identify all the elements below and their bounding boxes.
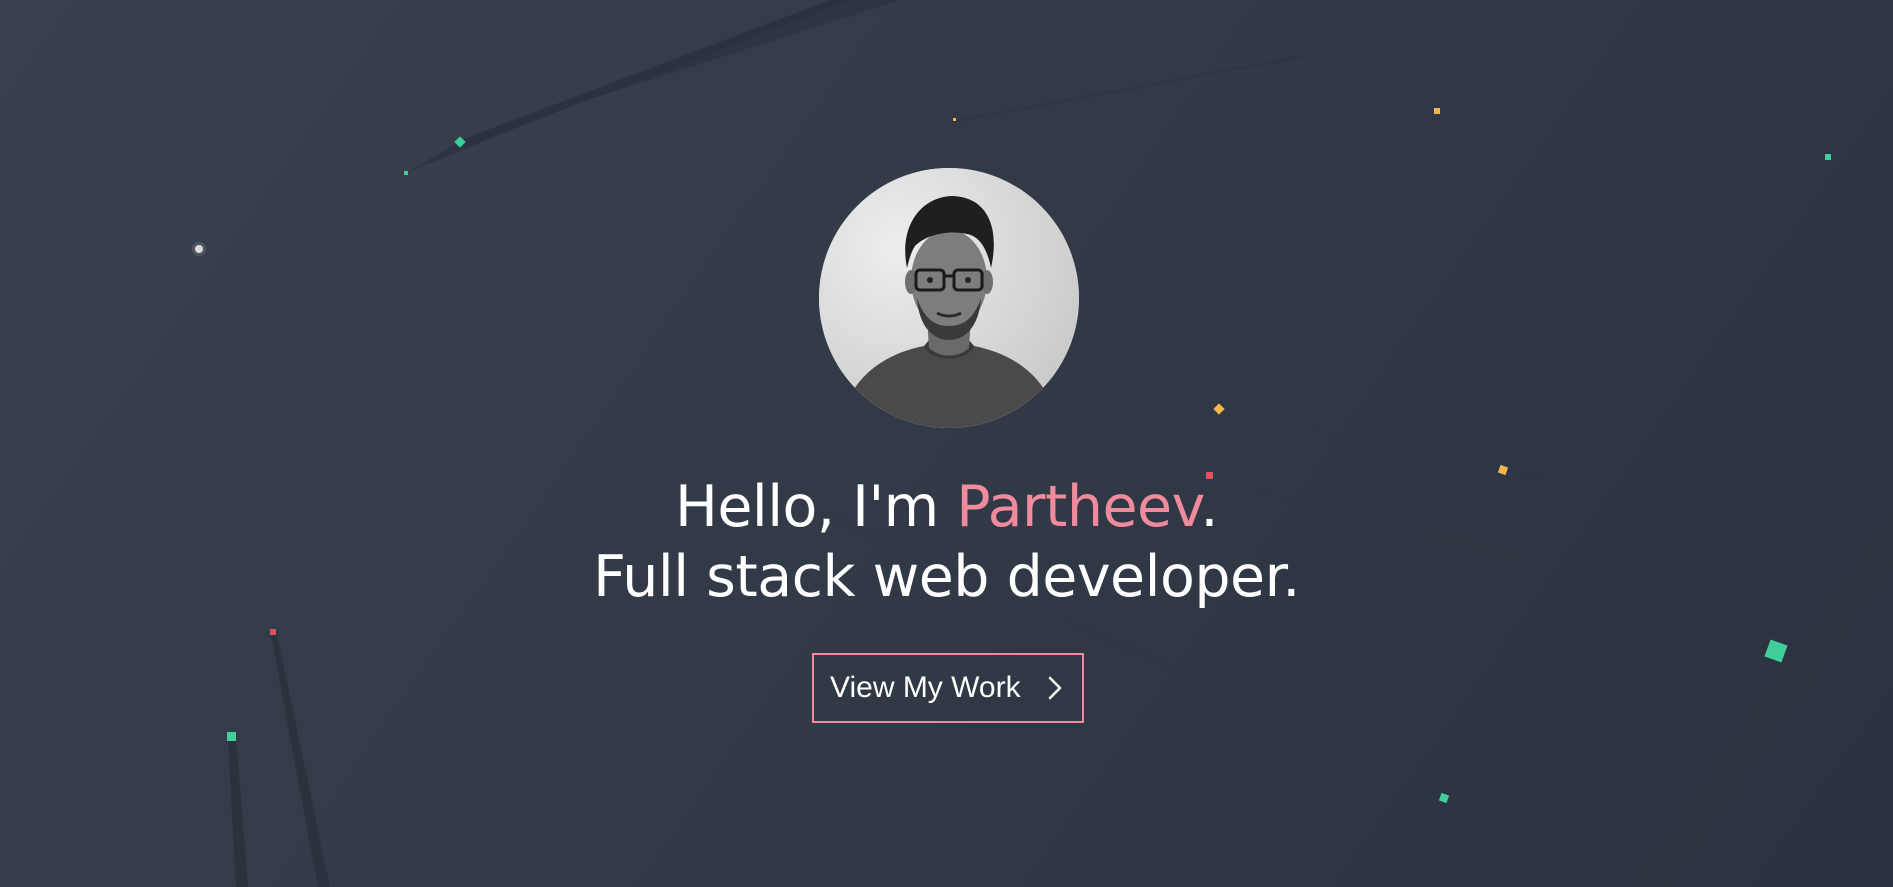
chevron-right-icon [1045,673,1065,703]
avatar-portrait [819,168,1079,428]
name-highlight: Partheev [956,474,1201,540]
view-my-work-button[interactable]: View My Work [812,653,1084,723]
avatar [819,168,1079,428]
hero-section: Hello, I'm Partheev. Full stack web deve… [0,0,1893,887]
view-my-work-label: View My Work [830,671,1021,704]
greeting-text: Hello, I'm [674,474,957,540]
greeting-heading: Hello, I'm Partheev. [0,472,1893,542]
name-suffix: . [1200,474,1219,540]
tagline: Full stack web developer. [593,544,1300,610]
